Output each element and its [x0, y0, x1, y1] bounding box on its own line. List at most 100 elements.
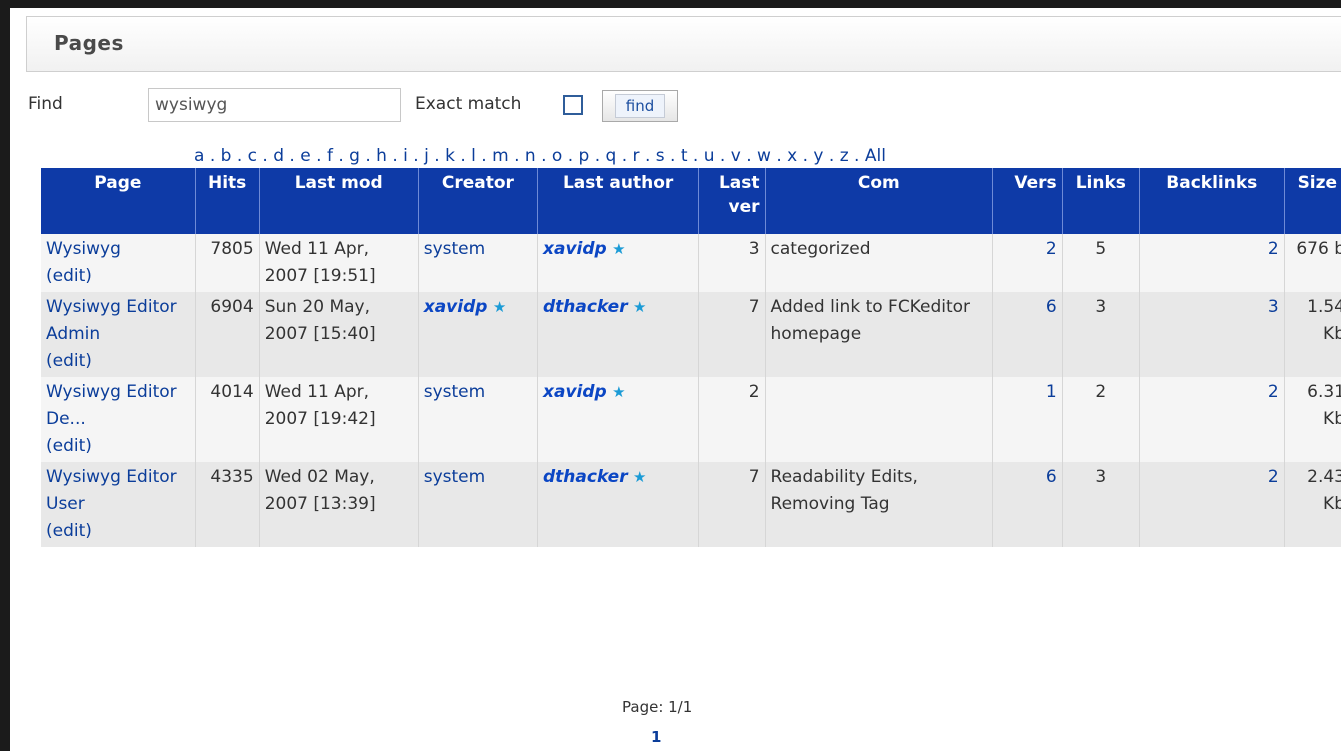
alpha-link-c[interactable]: c: [248, 146, 257, 166]
alpha-link-h[interactable]: h: [376, 146, 387, 166]
edit-link[interactable]: (edit): [46, 521, 92, 541]
backlinks-link[interactable]: 2: [1268, 467, 1279, 487]
alpha-separator: .: [284, 146, 301, 166]
edit-link[interactable]: (edit): [46, 436, 92, 456]
page-link[interactable]: Wysiwyg: [46, 239, 121, 259]
alpha-link-all[interactable]: All: [865, 146, 886, 166]
col-last-author[interactable]: Last author: [538, 168, 700, 234]
alpha-link-d[interactable]: d: [273, 146, 284, 166]
cell-links: 3: [1062, 462, 1140, 547]
cell-last-ver: 7: [699, 462, 766, 547]
alphabet-filter: a . b . c . d . e . f . g . h . i . j . …: [194, 146, 886, 166]
col-links[interactable]: Links: [1062, 168, 1140, 234]
page-link[interactable]: Wysiwyg Editor Admin: [46, 297, 177, 344]
table-row: Wysiwyg (edit) 7805 Wed 11 Apr, 2007 [19:51…: [41, 234, 1341, 292]
page-link-1[interactable]: 1: [651, 728, 661, 746]
backlinks-link[interactable]: 2: [1268, 382, 1279, 402]
page-title: Pages: [54, 31, 124, 55]
creator-link[interactable]: system: [424, 239, 485, 259]
col-page[interactable]: Page: [41, 168, 196, 234]
page-link[interactable]: Wysiwyg Editor User: [46, 467, 177, 514]
vers-link[interactable]: 1: [1046, 382, 1057, 402]
alpha-link-p[interactable]: p: [579, 146, 590, 166]
col-com[interactable]: Com: [765, 168, 994, 234]
author-link[interactable]: dthacker: [543, 297, 628, 317]
cell-hits: 6904: [195, 292, 260, 377]
alpha-link-e[interactable]: e: [300, 146, 310, 166]
table-row: Wysiwyg Editor Admin (edit) 6904 Sun 20 May…: [41, 292, 1341, 377]
alpha-link-w[interactable]: w: [757, 146, 771, 166]
creator-link[interactable]: xavidp: [424, 297, 488, 317]
alpha-separator: .: [687, 146, 704, 166]
alpha-separator: .: [454, 146, 472, 166]
alpha-separator: .: [589, 146, 606, 166]
alpha-separator: .: [407, 146, 425, 166]
col-last-mod[interactable]: Last mod: [259, 168, 419, 234]
find-row: Find Exact match find: [10, 88, 1341, 124]
vers-link[interactable]: 2: [1046, 239, 1057, 259]
cell-hits: 4014: [195, 377, 260, 462]
cell-creator: system: [418, 234, 539, 292]
col-hits[interactable]: Hits: [195, 168, 260, 234]
edit-link[interactable]: (edit): [46, 266, 92, 286]
alpha-link-z[interactable]: z: [840, 146, 849, 166]
alpha-separator: .: [848, 146, 865, 166]
panel-header: Pages: [26, 16, 1341, 72]
author-link[interactable]: xavidp: [543, 382, 607, 402]
alpha-link-y[interactable]: y: [813, 146, 823, 166]
alpha-separator: .: [639, 146, 656, 166]
cell-last-author: dthacker ★: [538, 292, 700, 377]
alpha-link-n[interactable]: n: [525, 146, 536, 166]
author-link[interactable]: dthacker: [543, 467, 628, 487]
alpha-link-v[interactable]: v: [731, 146, 741, 166]
alpha-link-k[interactable]: k: [445, 146, 455, 166]
cell-last-mod: Wed 11 Apr, 2007 [19:42]: [259, 377, 419, 462]
creator-link[interactable]: system: [424, 467, 485, 487]
cell-links: 3: [1062, 292, 1140, 377]
creator-link[interactable]: system: [424, 382, 485, 402]
backlinks-link[interactable]: 2: [1268, 239, 1279, 259]
cell-page: Wysiwyg Editor User (edit): [41, 462, 196, 547]
alpha-link-b[interactable]: b: [221, 146, 232, 166]
vers-link[interactable]: 6: [1046, 467, 1057, 487]
alpha-separator: .: [359, 146, 377, 166]
vers-link[interactable]: 6: [1046, 297, 1057, 317]
alpha-link-r[interactable]: r: [633, 146, 640, 166]
alpha-link-t[interactable]: t: [681, 146, 688, 166]
alpha-link-x[interactable]: x: [787, 146, 797, 166]
alpha-link-g[interactable]: g: [349, 146, 360, 166]
cell-vers: 6: [993, 292, 1063, 377]
cell-last-author: dthacker ★: [538, 462, 700, 547]
col-vers[interactable]: Vers: [993, 168, 1063, 234]
table-body: Wysiwyg (edit) 7805 Wed 11 Apr, 2007 [19:51…: [41, 234, 1341, 547]
star-icon: ★: [612, 383, 626, 401]
alpha-link-s[interactable]: s: [656, 146, 665, 166]
alpha-separator: .: [508, 146, 525, 166]
col-last-ver[interactable]: Last ver: [699, 168, 766, 234]
edit-link[interactable]: (edit): [46, 351, 92, 371]
alpha-link-u[interactable]: u: [704, 146, 715, 166]
backlinks-link[interactable]: 3: [1268, 297, 1279, 317]
alpha-separator: .: [616, 146, 633, 166]
pages-table: Page Hits Last mod Creator Last author L…: [41, 168, 1341, 547]
alpha-link-q[interactable]: q: [606, 146, 617, 166]
page-link[interactable]: Wysiwyg Editor De...: [46, 382, 177, 429]
author-link[interactable]: xavidp: [543, 239, 607, 259]
exact-match-checkbox[interactable]: [563, 95, 583, 115]
alpha-separator: .: [257, 146, 274, 166]
page-container: Pages Find Exact match find a . b . c . …: [10, 8, 1341, 751]
alpha-separator: .: [664, 146, 681, 166]
alpha-link-o[interactable]: o: [552, 146, 562, 166]
alpha-link-a[interactable]: a: [194, 146, 204, 166]
col-backlinks[interactable]: Backlinks: [1139, 168, 1285, 234]
alpha-separator: .: [428, 146, 446, 166]
col-size[interactable]: Size: [1284, 168, 1341, 234]
alpha-separator: .: [770, 146, 788, 166]
cell-hits: 7805: [195, 234, 260, 292]
alpha-link-m[interactable]: m: [492, 146, 509, 166]
find-button[interactable]: find: [602, 90, 678, 122]
col-creator[interactable]: Creator: [418, 168, 539, 234]
cell-size: 1.54 Kb: [1284, 292, 1341, 377]
cell-size: 6.31 Kb: [1284, 377, 1341, 462]
find-input[interactable]: [148, 88, 401, 122]
